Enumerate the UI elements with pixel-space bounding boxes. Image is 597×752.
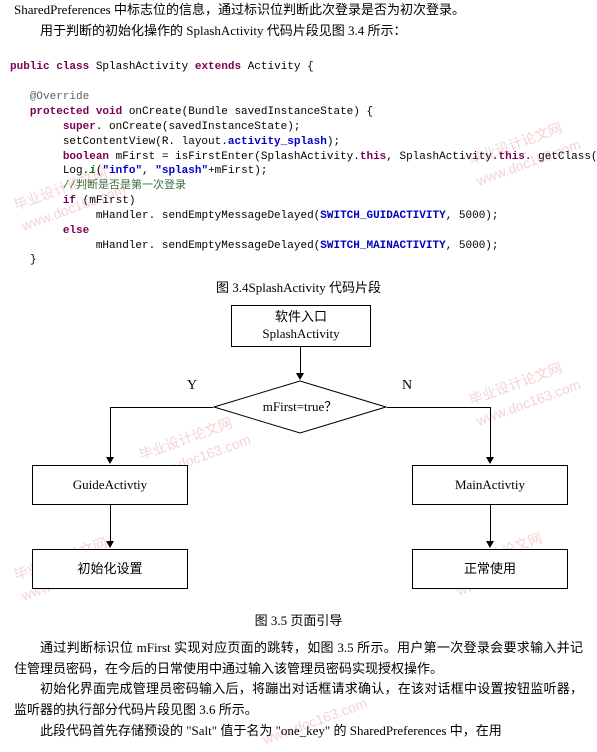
flow-guide: GuideActivtiy <box>32 465 188 505</box>
flow-entry: 软件入口 SplashActivity <box>231 305 371 347</box>
outro-p3: 此段代码首先存储预设的 "Salt" 值于名为 "one_key" 的 Shar… <box>0 721 597 742</box>
outro-p1: 通过判断标识位 mFirst 实现对应页面的跳转，如图 3.5 所示。用户第一次… <box>0 638 597 680</box>
arrow-icon <box>296 373 304 380</box>
intro-line-2: 用于判断的初始化操作的 SplashActivity 代码片段见图 3.4 所示… <box>0 21 597 42</box>
figure-caption-3-4: 图 3.4SplashActivity 代码片段 <box>0 272 597 305</box>
flowchart: 软件入口 SplashActivity mFirst=true？ Y N Gui… <box>0 305 597 605</box>
flow-line <box>110 505 111 545</box>
flow-normal: 正常使用 <box>412 549 568 589</box>
flow-line <box>110 407 111 461</box>
label-n: N <box>402 375 412 397</box>
outro-p2: 初始化界面完成管理员密码输入后，将蹦出对话框请求确认，在该对话框中设置按钮监听器… <box>0 679 597 721</box>
flow-main: MainActivtiy <box>412 465 568 505</box>
flow-line <box>387 407 491 408</box>
label-y: Y <box>187 375 197 397</box>
figure-caption-3-5: 图 3.5 页面引导 <box>0 605 597 638</box>
intro-line-1: SharedPreferences 中标志位的信息，通过标识位判断此次登录是否为… <box>0 0 597 21</box>
flow-decision: mFirst=true？ <box>213 380 387 434</box>
flow-line <box>110 407 213 408</box>
code-block: public class SplashActivity extends Acti… <box>0 42 597 273</box>
arrow-icon <box>106 541 114 548</box>
flow-line <box>490 505 491 545</box>
flow-init: 初始化设置 <box>32 549 188 589</box>
arrow-icon <box>106 457 114 464</box>
arrow-icon <box>486 457 494 464</box>
arrow-icon <box>486 541 494 548</box>
flow-line <box>490 407 491 461</box>
